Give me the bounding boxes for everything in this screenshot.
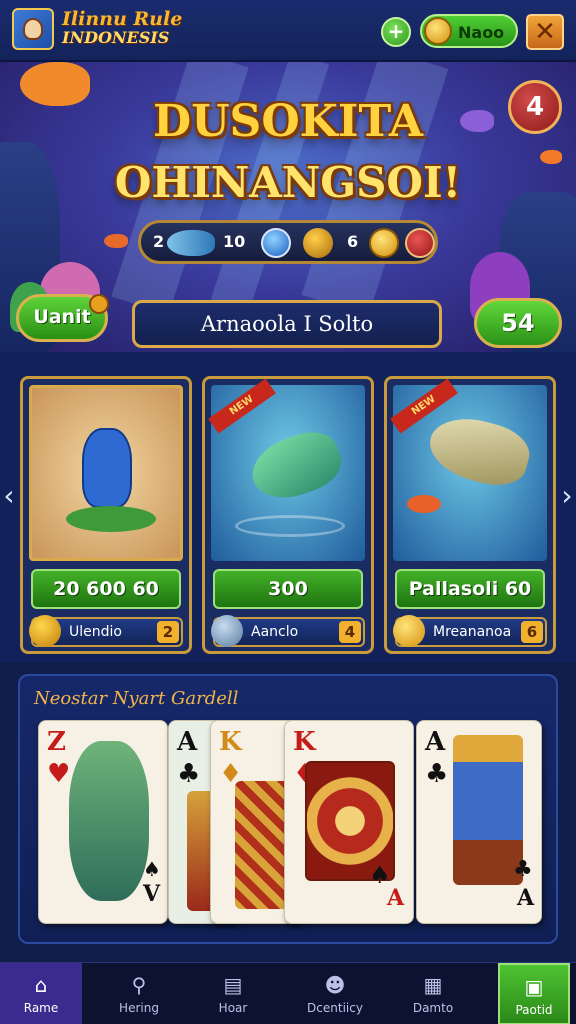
playing-card[interactable]: A ♣ ♣ A [416,720,542,924]
creature-art [29,385,183,561]
grass-icon [66,506,156,532]
book-icon: ▤ [223,973,243,997]
game-logo: Ilinnu Rule INDONESIS [62,10,182,46]
card-icon: ▣ [524,975,544,999]
card-corner-rank: A [517,885,535,911]
card-rank: K [293,727,316,757]
reward-value: 10 [223,232,246,251]
nav-item-book[interactable]: ▤ Hoar [192,963,274,1024]
level-badge: 4 [508,80,562,134]
hero-title-line1: DUSOKITA [153,96,423,147]
offer-card[interactable]: NEW 300 Aanclo 4 [202,376,374,654]
fish-icon [211,615,243,647]
offer-card[interactable]: 20 600 60 Ulendio 2 [20,376,192,654]
notification-dot-icon [89,294,109,314]
nav-item-user[interactable]: ☻ Dcentiicy [290,963,380,1024]
nav-item-home[interactable]: ⌂ Rame [0,963,82,1024]
card-count: 4 [339,621,361,643]
gold-coin-icon [393,615,425,647]
offer-cards-section: ‹ › 20 600 60 Ulendio 2 NEW 300 Aanclo 4 [0,352,576,662]
chevron-left-icon[interactable]: ‹ [2,472,16,520]
card-label: Aanclo [251,624,299,640]
rewards-bar: 2 10 6 [138,220,438,264]
home-icon: ⌂ [34,973,48,997]
nav-item-card[interactable]: ▣ Paotid [498,963,570,1024]
nav-label: Rame [23,1001,59,1015]
price-button[interactable]: 20 600 60 [31,569,181,609]
gold-coin-icon [424,17,452,45]
treasure-icon [29,615,61,647]
search-icon: ⚲ [131,973,147,997]
nav-item-search[interactable]: ⚲ Hering [98,963,180,1024]
bottom-nav: ⌂ Rame ⚲ Hering ▤ Hoar ☻ Dcentiicy ▦ Dam… [0,962,576,1024]
chevron-right-icon[interactable]: › [560,472,574,520]
card-label-row: Mreananoa 6 [393,615,547,647]
nav-label: Hoar [218,1001,248,1015]
card-label-row: Ulendio 2 [29,615,183,647]
card-label-row: Aanclo 4 [211,615,365,647]
card-count: 6 [521,621,543,643]
score-pill[interactable]: 54 [474,298,562,348]
logo-avatar-icon[interactable] [12,8,54,50]
gold-coin-icon [369,228,399,258]
card-rank: A [425,727,446,757]
reward-value: 6 [347,232,359,251]
red-gem-icon [405,228,435,258]
fish-king-art [69,741,149,901]
logo-line1: Ilinnu Rule [62,8,183,30]
panel-title: Neostar Nyart Gardell [34,688,239,709]
card-corner-suit: ♣ [513,857,533,882]
card-label: Mreananoa [433,624,512,640]
card-suit: ♥ [47,759,71,789]
fish-icon [243,423,349,509]
playing-card[interactable]: Z ♥ V ♠ [38,720,168,924]
fish-icon [104,234,128,248]
card-rank: Z [47,727,66,757]
fish-icon [422,409,536,493]
coin-balance-value: Naoo [458,23,505,42]
nav-label: Paotid [515,1003,553,1017]
coin-balance[interactable]: Naoo [420,14,518,48]
fish-art: NEW [390,379,547,561]
new-ribbon: NEW [208,379,276,434]
nav-label: Damto [412,1001,454,1015]
nav-item-calendar[interactable]: ▦ Damto [392,963,474,1024]
blue-orb-icon [261,228,291,258]
offer-card[interactable]: NEW Pallasoli 60 Mreananoa 6 [384,376,556,654]
hero-banner: DUSOKITA OHINANGSOI! 4 2 10 6 Uanit Arna… [0,62,576,352]
nav-label: Dcentiicy [307,1001,363,1015]
fish-art: NEW [208,379,365,561]
card-corner-rank: A [387,885,405,911]
hero-title-line2: OHINANGSOI! [114,158,462,207]
calendar-icon: ▦ [423,973,443,997]
reward-value: 2 [153,232,165,251]
card-rank: K [219,727,242,757]
small-fish-icon [407,495,441,513]
playing-card[interactable]: K ♦ ♠ A [284,720,414,924]
logo-line2: INDONESIS [62,28,170,47]
add-coins-button[interactable]: + [381,17,411,47]
price-button[interactable]: 300 [213,569,363,609]
card-label: Ulendio [69,624,122,640]
creature-icon [82,428,132,508]
treasure-icon [303,228,333,258]
price-button[interactable]: Pallasoli 60 [395,569,545,609]
player-name-field[interactable]: Arnaoola I Solto [132,300,442,348]
user-icon: ☻ [324,973,346,997]
playing-cards-panel: Neostar Nyart Gardell Z ♥ V ♠ A ♣ K ♦ K … [18,674,558,944]
card-suit: ♣ [177,759,201,789]
close-button[interactable]: ✕ [526,14,564,50]
card-count: 2 [157,621,179,643]
top-bar: Ilinnu Rule INDONESIS + Naoo ✕ [0,0,576,62]
card-rank: A [177,727,198,757]
fish-icon [167,230,215,256]
card-suit: ♣ [425,759,449,789]
card-corner-rank: V [143,881,161,907]
card-corner-suit: ♠ [143,857,161,881]
nav-label: Hering [119,1001,159,1015]
